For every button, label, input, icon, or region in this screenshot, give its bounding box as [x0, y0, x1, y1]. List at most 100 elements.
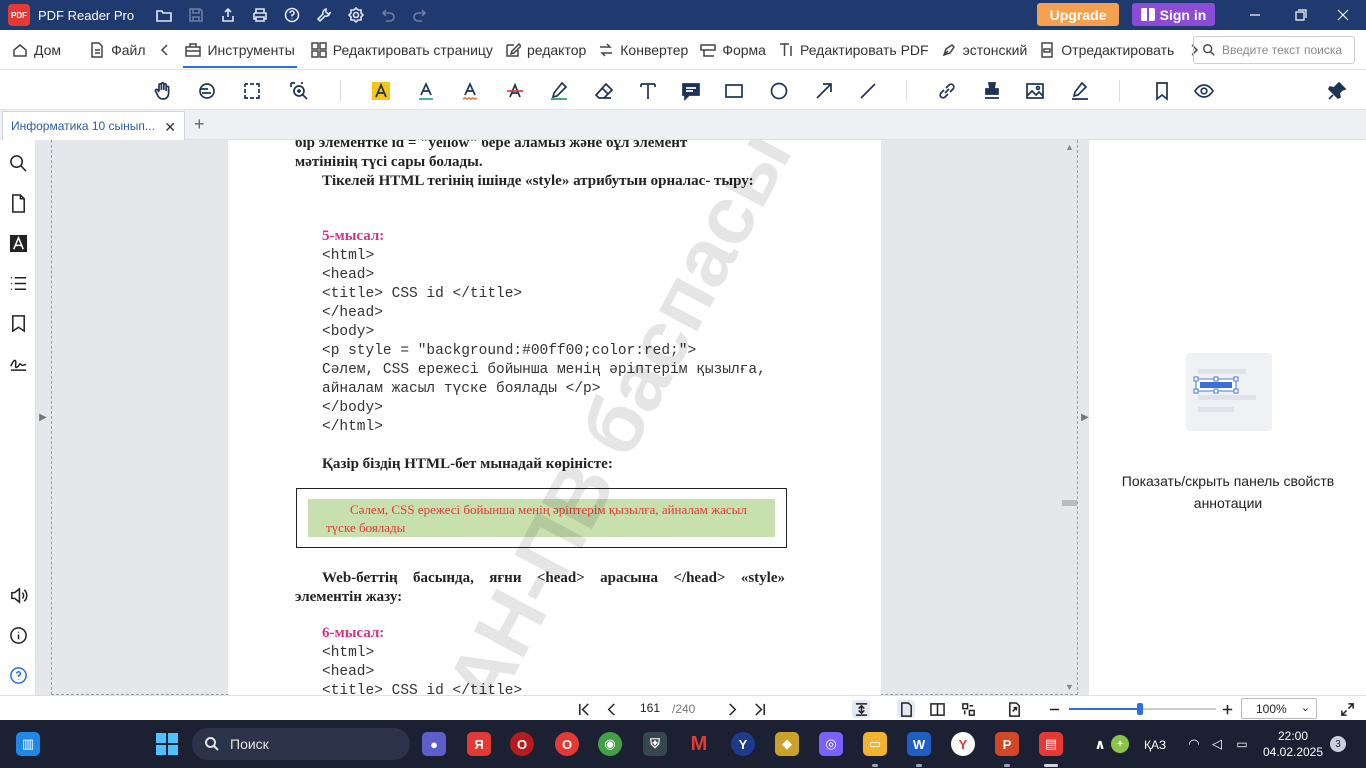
zoom-level-select[interactable]: 100% ⌄: [1241, 698, 1317, 719]
hand-tool-icon[interactable]: [151, 79, 175, 103]
chrome-icon[interactable]: ◉: [598, 732, 622, 756]
previous-page-icon[interactable]: [602, 700, 620, 718]
eraser-icon[interactable]: [592, 79, 616, 103]
content-selection-icon[interactable]: [195, 79, 219, 103]
menu-edit-page[interactable]: Редактировать страницу: [305, 30, 499, 70]
export-page-icon[interactable]: [1005, 700, 1023, 718]
collapse-right-panel-icon[interactable]: ▶: [1081, 410, 1089, 424]
wrench-icon[interactable]: [308, 0, 340, 30]
fullscreen-icon[interactable]: [1338, 700, 1356, 718]
bookmark-icon[interactable]: [1150, 79, 1174, 103]
help-icon[interactable]: [276, 0, 308, 30]
single-page-icon[interactable]: [897, 700, 915, 718]
system-clock[interactable]: 22:00 04.02.2025: [1262, 728, 1324, 760]
keyboard-language[interactable]: ҚАЗ: [1144, 738, 1166, 752]
close-window-button[interactable]: [1320, 0, 1366, 30]
widgets-icon[interactable]: ▥: [16, 732, 40, 756]
freehand-icon[interactable]: [547, 79, 571, 103]
expand-left-panel-icon[interactable]: ▶: [39, 410, 47, 424]
menu-redact[interactable]: Отредактировать: [1033, 30, 1180, 70]
zoom-out-icon[interactable]: [1045, 700, 1063, 718]
save-icon[interactable]: [180, 0, 212, 30]
tab-document[interactable]: Информатика 10 сынып... ✕: [2, 111, 185, 140]
volume-icon[interactable]: ◁: [1205, 732, 1229, 756]
font-icon[interactable]: [8, 233, 28, 253]
menu-editor[interactable]: редактор: [499, 30, 592, 70]
start-menu-icon[interactable]: [155, 732, 179, 756]
notification-badge[interactable]: 3: [1330, 736, 1346, 752]
pin-icon[interactable]: [1325, 79, 1349, 103]
search-box[interactable]: [1193, 36, 1355, 64]
battery-icon[interactable]: ▭: [1230, 732, 1254, 756]
scrollbar-thumb[interactable]: [1062, 500, 1077, 506]
thumbnails-icon[interactable]: [8, 193, 28, 213]
vertical-scrollbar[interactable]: ▲ ▼: [1062, 140, 1077, 695]
minimize-button[interactable]: [1232, 0, 1278, 30]
stamp-icon[interactable]: [980, 79, 1004, 103]
print-icon[interactable]: [244, 0, 276, 30]
first-page-icon[interactable]: [575, 700, 593, 718]
outline-icon[interactable]: [8, 273, 28, 293]
file-explorer-icon[interactable]: ▭: [863, 732, 887, 756]
note-icon[interactable]: [679, 79, 703, 103]
gamepad-icon[interactable]: ◎: [819, 732, 843, 756]
add-tab-icon[interactable]: +: [194, 114, 205, 135]
info-icon[interactable]: [8, 625, 28, 645]
zoom-area-icon[interactable]: [287, 79, 311, 103]
opera-gx-icon[interactable]: O: [510, 732, 534, 756]
media-app-icon[interactable]: M: [687, 732, 711, 756]
menu-form[interactable]: Форма: [694, 30, 772, 70]
close-tab-icon[interactable]: ✕: [164, 119, 176, 136]
maximize-button[interactable]: [1278, 0, 1324, 30]
yandex-browser-icon[interactable]: Я: [467, 732, 491, 756]
search-panel-icon[interactable]: [8, 153, 28, 173]
zoom-in-icon[interactable]: [1218, 700, 1236, 718]
opera-icon[interactable]: O: [555, 732, 579, 756]
menu-home[interactable]: Дом: [6, 30, 67, 70]
powerpoint-icon[interactable]: P: [995, 732, 1019, 756]
signature-icon[interactable]: [1068, 79, 1092, 103]
word-icon[interactable]: W: [907, 732, 931, 756]
game-shield-icon[interactable]: ⛨: [643, 732, 667, 756]
eye-icon[interactable]: [1192, 79, 1216, 103]
menu-converter[interactable]: Конвертер: [592, 30, 694, 70]
share-icon[interactable]: [212, 0, 244, 30]
menu-file[interactable]: Файл: [83, 30, 151, 70]
image-icon[interactable]: [1023, 79, 1047, 103]
zoom-slider-handle[interactable]: [1137, 703, 1143, 715]
menu-scroll-left[interactable]: [151, 30, 179, 70]
squiggly-icon[interactable]: [458, 79, 482, 103]
area-select-icon[interactable]: [240, 79, 264, 103]
circle-icon[interactable]: [767, 79, 791, 103]
upgrade-button[interactable]: Upgrade: [1037, 3, 1119, 26]
two-page-icon[interactable]: [928, 700, 946, 718]
help-circle-icon[interactable]: [8, 665, 28, 685]
taskbar-search[interactable]: Поиск: [192, 728, 410, 760]
menu-estonian[interactable]: эстонский: [935, 30, 1034, 70]
pdf-reader-taskbar-icon[interactable]: ▤: [1039, 732, 1063, 756]
fit-page-icon[interactable]: [852, 700, 870, 718]
bookmarks-panel-icon[interactable]: [8, 313, 28, 333]
search-input[interactable]: [1222, 43, 1352, 57]
text-box-icon[interactable]: [636, 79, 660, 103]
meet-app-icon[interactable]: ●: [422, 732, 446, 756]
highlight-icon[interactable]: [369, 79, 393, 103]
menu-tools[interactable]: Инструменты: [179, 30, 300, 70]
redo-icon[interactable]: [404, 0, 436, 30]
link-icon[interactable]: [935, 79, 959, 103]
tray-expand-icon[interactable]: ∧: [1088, 732, 1112, 756]
wifi-icon[interactable]: ◠: [1182, 732, 1206, 756]
reading-mode-icon[interactable]: [959, 700, 977, 718]
undo-icon[interactable]: [372, 0, 404, 30]
menu-edit-pdf[interactable]: Редактировать PDF: [772, 30, 935, 70]
line-icon[interactable]: [856, 79, 880, 103]
underline-icon[interactable]: [414, 79, 438, 103]
sign-in-button[interactable]: Sign in: [1132, 3, 1215, 26]
strikethrough-icon[interactable]: [503, 79, 527, 103]
signatures-panel-icon[interactable]: [8, 353, 28, 373]
zoom-slider[interactable]: [1069, 703, 1216, 715]
binance-icon[interactable]: ◆: [775, 732, 799, 756]
arrow-icon[interactable]: [812, 79, 836, 103]
last-page-icon[interactable]: [750, 700, 768, 718]
speaker-icon[interactable]: [8, 585, 28, 605]
